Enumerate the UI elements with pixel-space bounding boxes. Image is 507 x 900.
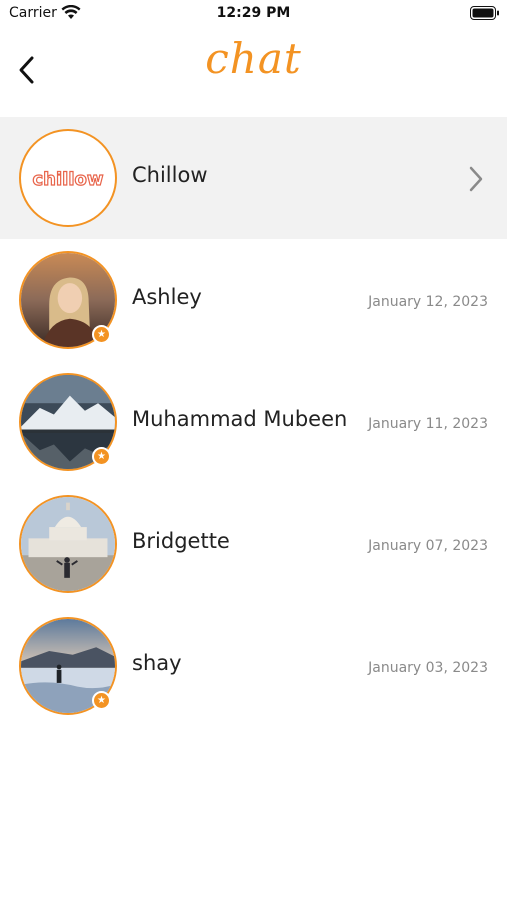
status-badge: ★ [92, 691, 111, 710]
capitol-photo [21, 497, 115, 591]
star-icon: ★ [97, 451, 106, 462]
chevron-right-icon [469, 166, 483, 192]
status-bar: Carrier 12:29 PM [0, 0, 507, 28]
star-icon: ★ [97, 695, 106, 706]
chat-name: Muhammad Mubeen [132, 407, 348, 431]
chat-row-ashley[interactable]: ★ Ashley January 12, 2023 [0, 239, 507, 361]
avatar [19, 495, 117, 593]
chat-name: Chillow [132, 163, 208, 187]
status-badge: ★ [92, 447, 111, 466]
avatar: chillow [19, 129, 117, 227]
star-icon: ★ [97, 329, 106, 340]
status-badge: ★ [92, 325, 111, 344]
battery-icon [470, 6, 499, 20]
page-title: chat [205, 34, 302, 83]
chat-date: January 11, 2023 [368, 416, 488, 432]
chat-row-muhammad-mubeen[interactable]: ★ Muhammad Mubeen January 11, 2023 [0, 361, 507, 483]
chat-row-chillow[interactable]: chillow Chillow [0, 117, 507, 239]
chat-name: Ashley [132, 285, 202, 309]
chat-list: chillow Chillow ★ Ashley January 12, 202… [0, 117, 507, 727]
chat-row-bridgette[interactable]: Bridgette January 07, 2023 [0, 483, 507, 605]
chat-date: January 12, 2023 [368, 294, 488, 310]
chat-name: shay [132, 651, 182, 675]
status-time: 12:29 PM [216, 5, 291, 21]
chat-date: January 03, 2023 [368, 660, 488, 676]
chat-date: January 07, 2023 [368, 538, 488, 554]
chat-row-shay[interactable]: ★ shay January 03, 2023 [0, 605, 507, 727]
nav-bar: chat [0, 28, 507, 116]
chat-name: Bridgette [132, 529, 230, 553]
chillow-logo: chillow [32, 168, 104, 190]
